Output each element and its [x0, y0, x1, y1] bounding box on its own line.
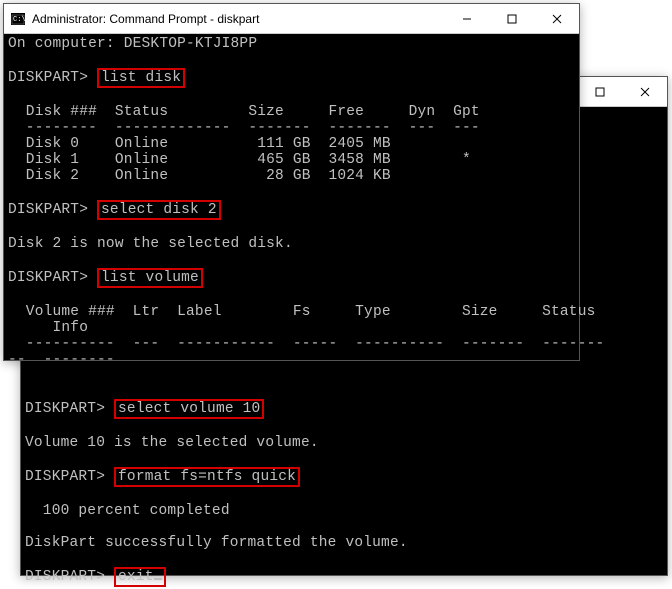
cmd-list-disk: list disk [97, 68, 185, 88]
prompt: DISKPART> [25, 401, 105, 417]
cmd-select-disk: select disk 2 [97, 200, 221, 220]
msg-progress: 100 percent completed [25, 503, 230, 519]
window-controls-front [444, 4, 579, 33]
cmd-exit: exit [114, 567, 166, 587]
msg-success: DiskPart successfully formatted the volu… [25, 535, 408, 551]
cursor-icon [154, 578, 162, 580]
vol-table-ruler: ---------- --- ----------- ----- -------… [8, 336, 604, 352]
prompt: DISKPART> [25, 569, 105, 585]
computer-line: On computer: DESKTOP-KTJI8PP [8, 36, 257, 52]
app-icon: C:\ [10, 11, 26, 27]
cmd-window-front: C:\ Administrator: Command Prompt - disk… [3, 3, 580, 361]
cmd-list-volume: list volume [97, 268, 203, 288]
vol-table-header: Volume ### Ltr Label Fs Type Size Status [8, 304, 596, 320]
disk-row: Disk 1 Online 465 GB 3458 MB * [8, 152, 471, 168]
maximize-button[interactable] [577, 77, 622, 106]
cmd-select-volume: select volume 10 [114, 399, 264, 419]
prompt: DISKPART> [8, 270, 88, 286]
cmd-format: format fs=ntfs quick [114, 467, 300, 487]
prompt: DISKPART> [25, 469, 105, 485]
disk-row: Disk 0 Online 111 GB 2405 MB [8, 136, 391, 152]
msg-selected-disk: Disk 2 is now the selected disk. [8, 236, 293, 252]
titlebar-front[interactable]: C:\ Administrator: Command Prompt - disk… [4, 4, 579, 34]
vol-table-header2: Info [8, 320, 88, 336]
msg-selected-volume: Volume 10 is the selected volume. [25, 435, 319, 451]
maximize-button[interactable] [489, 4, 534, 33]
disk-table-header: Disk ### Status Size Free Dyn Gpt [8, 104, 480, 120]
vol-table-ruler2: -- -------- [8, 352, 115, 368]
close-button[interactable] [534, 4, 579, 33]
console-output-front[interactable]: On computer: DESKTOP-KTJI8PP DISKPART> l… [4, 34, 579, 370]
disk-table-ruler: -------- ------------- ------- ------- -… [8, 120, 480, 136]
window-title-front: Administrator: Command Prompt - diskpart [32, 12, 444, 26]
svg-text:C:\: C:\ [13, 16, 25, 24]
disk-row: Disk 2 Online 28 GB 1024 KB [8, 168, 391, 184]
prompt: DISKPART> [8, 202, 88, 218]
minimize-button[interactable] [444, 4, 489, 33]
prompt: DISKPART> [8, 70, 88, 86]
close-button[interactable] [622, 77, 667, 106]
